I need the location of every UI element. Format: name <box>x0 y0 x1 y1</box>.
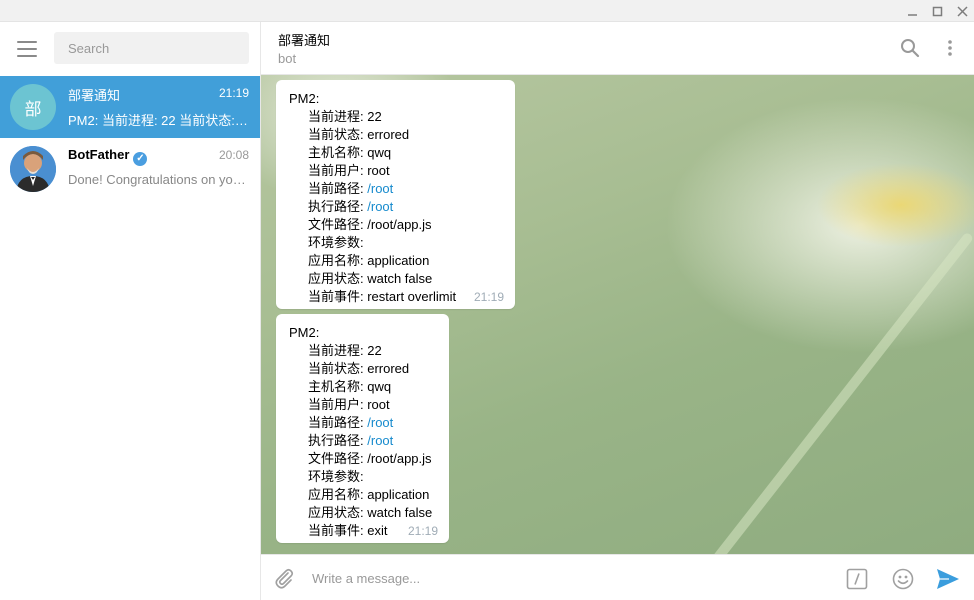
message-line: 文件路径: /root/app.js <box>308 217 432 232</box>
avatar: 部 <box>10 84 56 130</box>
message-bubble[interactable]: PM2: 当前进程: 22 当前状态: errored 主机名称: qwq 当前… <box>276 80 515 309</box>
chat-name: BotFather ✓ <box>68 147 148 166</box>
chat-preview: PM2: 当前进程: 22 当前状态: errored <box>68 113 249 128</box>
message-line: 当前用户: root <box>308 397 390 412</box>
chat-header: 部署通知 bot <box>261 22 974 75</box>
message-line: 当前用户: root <box>308 163 390 178</box>
message-line: 主机名称: qwq <box>308 145 392 160</box>
botfather-avatar <box>10 146 56 192</box>
minimize-icon[interactable] <box>900 0 924 22</box>
message-line: 主机名称: qwq <box>308 379 392 394</box>
message-line: 当前进程: 22 <box>308 343 382 358</box>
path-link[interactable]: /root <box>367 181 393 196</box>
message-line: 执行路径: /root <box>308 199 394 214</box>
message-line: 当前路径: /root <box>308 415 394 430</box>
chat-history[interactable]: PM2: 当前进程: 22 当前状态: errored 主机名称: qwq 当前… <box>261 75 974 554</box>
message-bubble[interactable]: PM2: 当前进程: 22 当前状态: errored 主机名称: qwq 当前… <box>276 314 449 543</box>
sidebar: 部 部署通知 21:19 PM2: 当前进程: 22 当前状态: errored… <box>0 22 261 600</box>
send-icon[interactable] <box>935 566 961 592</box>
chat-list-item-botfather[interactable]: BotFather ✓ 20:08 Done! Congratulations o… <box>0 138 260 200</box>
search-icon[interactable] <box>898 36 922 60</box>
title-bar <box>0 0 974 22</box>
message-time: 21:19 <box>407 524 438 538</box>
message-line: 应用状态: watch false <box>308 271 433 286</box>
message-line: 环境参数: <box>308 235 364 250</box>
chat-name: 部署通知 <box>68 88 121 103</box>
message-line: 当前状态: errored <box>308 127 410 142</box>
message-line: 应用状态: watch false <box>308 505 433 520</box>
path-link[interactable]: /root <box>367 433 393 448</box>
emoji-icon[interactable] <box>890 566 916 592</box>
message-line: 当前状态: errored <box>308 361 410 376</box>
message-line: 应用名称: application <box>308 253 430 268</box>
message-input[interactable] <box>312 563 832 593</box>
more-options-icon[interactable] <box>938 36 962 60</box>
message-line: 当前事件: restart overlimit <box>308 289 457 304</box>
chat-time: 21:19 <box>218 86 249 100</box>
verified-badge-icon: ✓ <box>133 152 148 166</box>
message-line: 当前路径: /root <box>308 181 394 196</box>
chat-time: 20:08 <box>218 148 249 162</box>
avatar-letter: 部 <box>24 99 42 120</box>
close-icon[interactable] <box>950 0 974 22</box>
path-link[interactable]: /root <box>367 415 393 430</box>
paperclip-icon[interactable] <box>271 565 297 591</box>
message-line: 环境参数: <box>308 469 364 484</box>
path-link[interactable]: /root <box>367 199 393 214</box>
maximize-icon[interactable] <box>925 0 949 22</box>
message-line: 执行路径: /root <box>308 433 394 448</box>
message-composer <box>261 554 974 600</box>
message-time: 21:19 <box>473 290 504 304</box>
message-line: 应用名称: application <box>308 487 430 502</box>
search-input[interactable] <box>54 32 249 64</box>
hamburger-menu-icon[interactable] <box>14 39 40 59</box>
message-line: PM2: <box>289 325 320 340</box>
chat-list-item-deploy-notice[interactable]: 部 部署通知 21:19 PM2: 当前进程: 22 当前状态: errored <box>0 76 260 138</box>
message-line: 当前进程: 22 <box>308 109 382 124</box>
message-line: PM2: <box>289 91 320 106</box>
chat-preview: Done! Congratulations on your new bot. <box>68 172 249 187</box>
message-line: 文件路径: /root/app.js <box>308 451 432 466</box>
wallpaper-decoration <box>707 231 974 554</box>
bot-command-icon[interactable] <box>844 566 870 592</box>
peer-status: bot <box>278 51 297 66</box>
peer-name[interactable]: 部署通知 <box>278 30 330 49</box>
